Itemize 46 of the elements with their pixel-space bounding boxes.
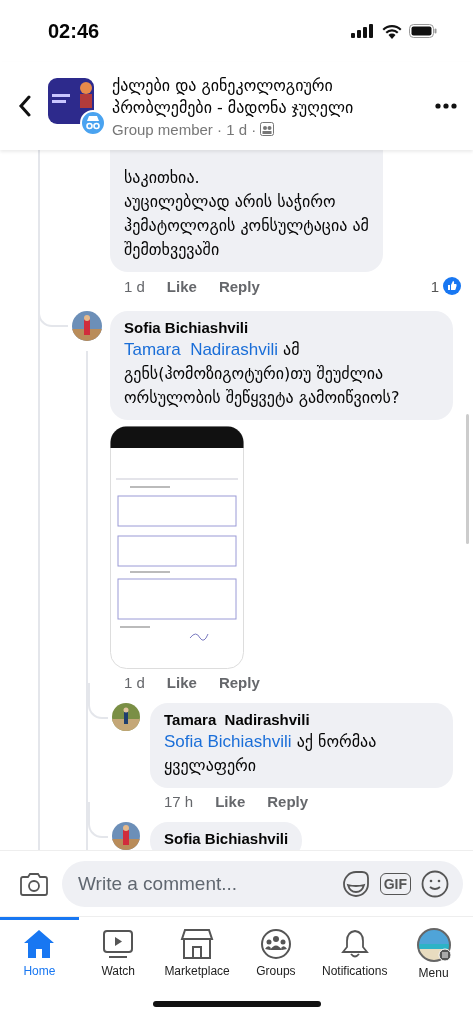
emoji-icon	[421, 869, 449, 898]
mention-link[interactable]: Tamara Nadirashvili	[124, 340, 278, 359]
sticker-icon	[341, 869, 370, 898]
battery-icon	[409, 24, 437, 38]
group-icon	[260, 122, 275, 136]
wifi-icon	[382, 23, 402, 39]
comment-author: Sofia Bichiashvili	[124, 319, 250, 336]
comment-text: საკითხია. აუცილებლად არის საჭირო ჰემატოლოგის კონსულტაცია ამ შემთხვევაში	[124, 167, 369, 261]
reaction-count: 1	[430, 277, 439, 295]
like-button[interactable]: Like	[215, 793, 246, 810]
tab[interactable]: Home	[0, 917, 79, 984]
reply-button[interactable]: Reply	[267, 793, 309, 810]
signal-icon	[351, 24, 375, 38]
comment-author: Tamara Nadirashvili	[164, 711, 311, 728]
status-time: 02:46	[48, 19, 100, 43]
like-icon	[443, 277, 461, 295]
comment-time: 17 h	[164, 793, 194, 810]
tab[interactable]: Groups	[236, 917, 316, 984]
thread-connector	[88, 683, 108, 719]
groups-icon	[258, 928, 293, 960]
tab[interactable]: Notifications	[315, 917, 395, 984]
reply-button[interactable]: Reply	[218, 674, 260, 691]
post-meta: Group member · 1 d ·	[112, 120, 257, 138]
camera-icon	[20, 871, 48, 896]
comment-author: Sofia Bichiashvili	[164, 830, 289, 847]
gif-button[interactable]: GIF	[379, 872, 411, 895]
comment-time: 1 d	[124, 277, 145, 295]
tab[interactable]: Marketplace	[157, 917, 237, 984]
comment-text: Sofia Bichiashvili აქ ნორმაა ყველაფერი	[164, 731, 378, 777]
like-button[interactable]: Like	[166, 277, 197, 295]
group-title: ქალები და გინეკოლოგიური პრობლემები - მადონა ჯუღელი	[112, 74, 355, 119]
comment-time: 1 d	[124, 674, 145, 691]
video-icon	[101, 928, 136, 960]
like-button[interactable]: Like	[166, 674, 197, 691]
tab[interactable]: Watch	[78, 917, 158, 984]
mention-link[interactable]: Sofia Bichiashvili	[164, 732, 292, 751]
store-icon	[180, 928, 215, 960]
incognito-icon	[80, 110, 106, 136]
thread-connector	[88, 802, 108, 838]
comment-field[interactable]: Write a comment... GIF	[62, 860, 463, 907]
more-icon	[435, 103, 457, 109]
reply-button[interactable]: Reply	[218, 277, 260, 295]
tab[interactable]: Menu	[394, 917, 473, 984]
menu-icon	[416, 928, 451, 962]
comment-text: Tamara Nadirashvili ამ გენს(ჰომოზიგოტური)თუ შეუძლია ორსულობის შეწყვეტა გამოიწვიოს?	[124, 339, 401, 409]
back-icon	[18, 95, 32, 117]
